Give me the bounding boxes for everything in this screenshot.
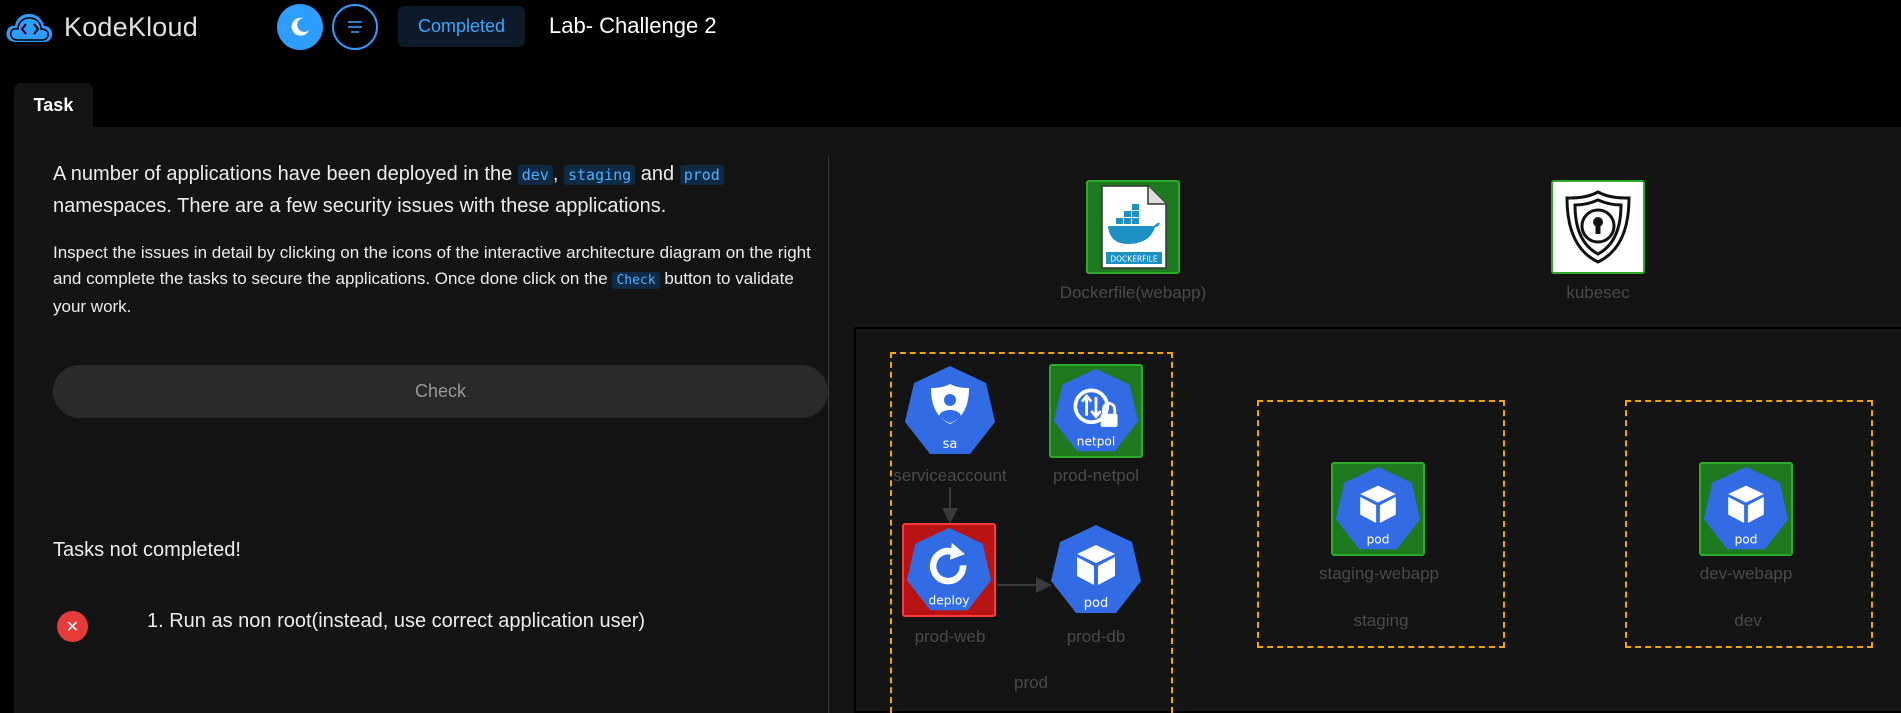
k8s-pod-icon: pod — [1703, 466, 1789, 550]
prod-web-node[interactable]: deploy — [902, 523, 996, 617]
serviceaccount-label: serviceaccount — [893, 466, 1007, 485]
k8s-netpol-icon: netpol — [1053, 368, 1139, 452]
prod-web-label: prod-web — [914, 627, 986, 646]
prod-netpol-label: prod-netpol — [1052, 466, 1140, 485]
deploy-badge: deploy — [929, 594, 970, 608]
serviceaccount-node[interactable]: sa — [903, 364, 997, 458]
namespace-dev-label: dev — [1734, 611, 1762, 630]
staging-badge: pod — [1367, 533, 1390, 547]
dev-webapp-label: dev-webapp — [1699, 564, 1793, 583]
prod-db-badge: pod — [1084, 596, 1108, 611]
k8s-sa-icon: sa — [905, 366, 995, 454]
dev-badge: pod — [1735, 533, 1758, 547]
prod-db-label: prod-db — [1066, 627, 1126, 646]
prod-netpol-node[interactable]: netpol — [1049, 364, 1143, 458]
k8s-pod-icon: pod — [1335, 466, 1421, 550]
staging-webapp-node[interactable]: pod — [1331, 462, 1425, 556]
k8s-deploy-icon: deploy — [906, 527, 992, 611]
prod-db-node[interactable]: pod — [1049, 523, 1143, 617]
dev-webapp-node[interactable]: pod — [1699, 462, 1793, 556]
staging-webapp-label: staging-webapp — [1318, 564, 1440, 583]
namespace-prod-label: prod — [1013, 673, 1049, 692]
k8s-pod-icon: pod — [1051, 525, 1141, 613]
namespace-staging-label: staging — [1353, 611, 1409, 630]
netpol-badge: netpol — [1077, 435, 1115, 449]
sa-badge: sa — [943, 437, 958, 452]
